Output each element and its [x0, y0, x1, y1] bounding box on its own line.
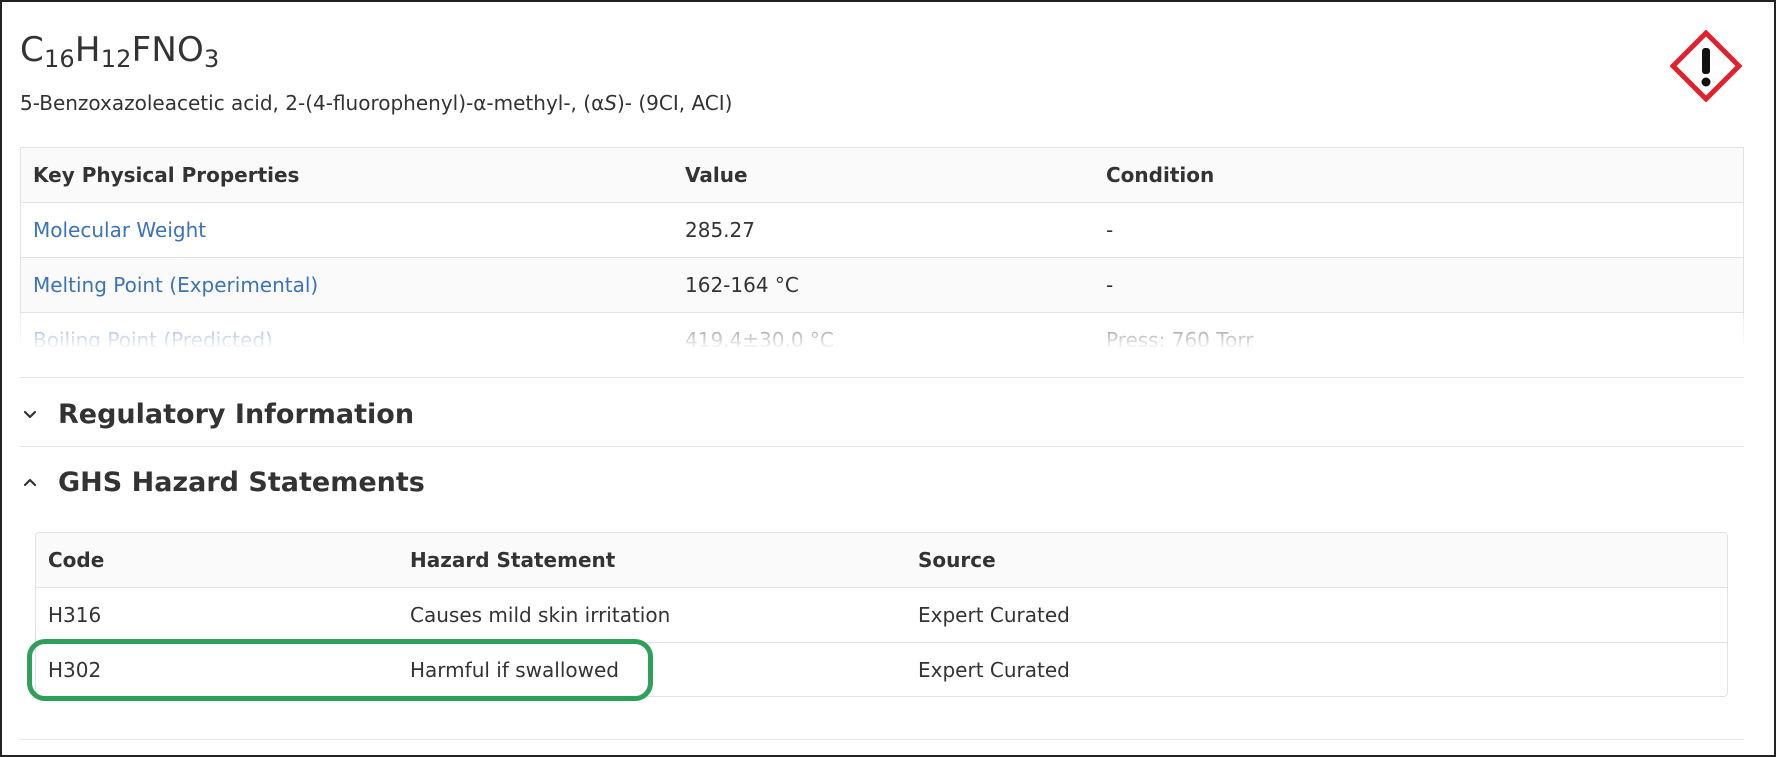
property-value: 162-164 °C: [685, 273, 799, 297]
hazard-code: H316: [48, 603, 102, 627]
property-link-molecular-weight[interactable]: Molecular Weight: [33, 203, 206, 258]
formula-element: C: [20, 30, 44, 70]
compound-name-part: )- (9CI, ACI): [616, 91, 733, 115]
hazard-statement: Causes mild skin irritation: [410, 603, 671, 627]
table-row: H302 Harmful if swallowed Expert Curated: [36, 643, 1727, 696]
exclamation-mark-diamond-icon: [1670, 30, 1742, 102]
formula-element: FNO: [131, 30, 204, 70]
property-condition: -: [1106, 218, 1114, 242]
page-frame: C16H12FNO3 5-Benzoxazoleacetic acid, 2-(…: [0, 0, 1776, 757]
table-row: Molecular Weight 285.27 -: [21, 203, 1743, 258]
column-header: Code: [48, 548, 105, 572]
compound-name-part: S: [604, 91, 617, 115]
property-condition: Press: 760 Torr: [1106, 328, 1254, 347]
column-header: Hazard Statement: [410, 548, 616, 572]
compound-name: 5-Benzoxazoleacetic acid, 2-(4-fluorophe…: [20, 91, 732, 115]
column-header: Source: [918, 548, 996, 572]
key-properties-table: Key Physical Properties Value Condition …: [20, 147, 1744, 347]
hazard-source: Expert Curated: [918, 658, 1070, 682]
section-toggle-ghs-hazard[interactable]: GHS Hazard Statements: [20, 462, 425, 502]
formula-subscript: 16: [43, 45, 75, 73]
section-title: GHS Hazard Statements: [58, 466, 425, 498]
table-row: Boiling Point (Predicted) 419.4±30.0 °C …: [21, 313, 1743, 347]
chevron-up-icon: [23, 478, 37, 487]
property-link-melting-point[interactable]: Melting Point (Experimental): [33, 258, 318, 313]
section-toggle-regulatory[interactable]: Regulatory Information: [20, 394, 414, 434]
molecular-formula: C16H12FNO3: [20, 30, 219, 73]
section-title: Regulatory Information: [58, 398, 415, 430]
hazard-source: Expert Curated: [918, 603, 1070, 627]
hazard-statement: Harmful if swallowed: [410, 658, 619, 682]
ghs-hazard-table: Code Hazard Statement Source H316 Causes…: [35, 532, 1728, 697]
column-header: Value: [685, 163, 748, 187]
property-value: 419.4±30.0 °C: [685, 328, 834, 347]
divider: [20, 739, 1744, 740]
table-row: Melting Point (Experimental) 162-164 °C …: [21, 258, 1743, 313]
formula-subscript: 3: [204, 45, 220, 73]
column-header: Condition: [1106, 163, 1215, 187]
property-link-boiling-point[interactable]: Boiling Point (Predicted): [33, 313, 273, 347]
compound-name-part: 5-Benzoxazoleacetic acid, 2-(4-fluorophe…: [20, 91, 605, 115]
table-header-row: Key Physical Properties Value Condition: [21, 148, 1743, 203]
formula-subscript: 12: [100, 45, 132, 73]
column-header: Key Physical Properties: [33, 163, 300, 187]
formula-element: H: [74, 30, 101, 70]
property-value: 285.27: [685, 218, 755, 242]
divider: [20, 446, 1744, 447]
table-header-row: Code Hazard Statement Source: [36, 533, 1727, 588]
chevron-down-icon: [23, 410, 37, 419]
property-condition: -: [1106, 273, 1114, 297]
divider: [20, 377, 1744, 378]
table-row: H316 Causes mild skin irritation Expert …: [36, 588, 1727, 643]
hazard-code: H302: [48, 658, 102, 682]
